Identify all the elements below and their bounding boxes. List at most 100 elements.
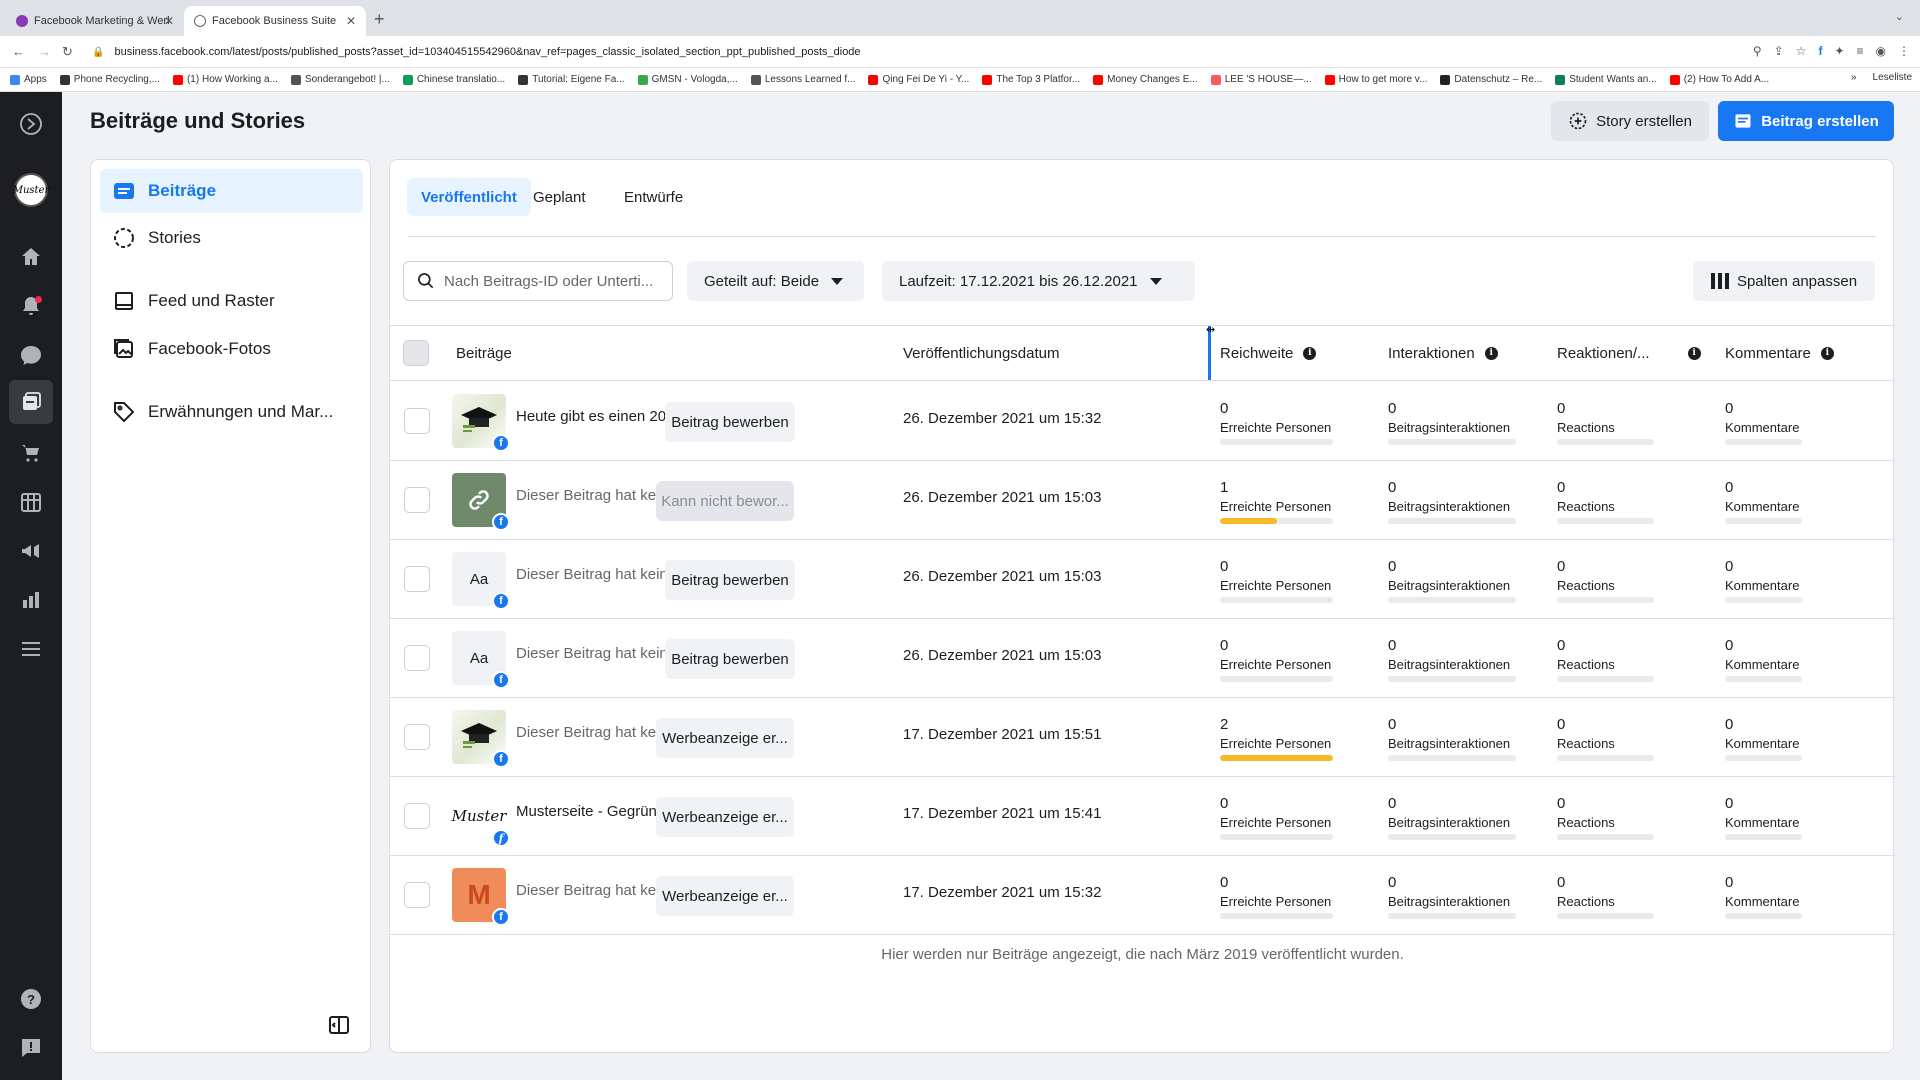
row-checkbox[interactable] [404, 724, 430, 750]
column-header-reichweite[interactable]: Reichweite i [1220, 326, 1317, 380]
all-tools-menu-icon[interactable] [0, 629, 62, 669]
forward-icon[interactable]: → [38, 44, 51, 59]
bookmark-item[interactable]: Tutorial: Eigene Fa... [518, 74, 625, 85]
star-icon[interactable]: ☆ [1796, 44, 1807, 58]
planner-icon[interactable] [0, 482, 62, 522]
row-action-button[interactable]: Beitrag bewerben [665, 560, 795, 600]
row-checkbox[interactable] [404, 487, 430, 513]
column-header-kommentare[interactable]: Kommentare i [1725, 326, 1834, 380]
create-story-button[interactable]: Story erstellen [1551, 101, 1709, 141]
row-checkbox[interactable] [404, 566, 430, 592]
insights-icon[interactable] [0, 580, 62, 620]
table-row[interactable]: Mf Dieser Beitrag hat keinen ... Werbeanze… [390, 856, 1895, 935]
select-all-checkbox[interactable] [403, 326, 429, 380]
posts-nav-icon[interactable] [9, 380, 53, 424]
bookmark-item[interactable]: Datenschutz – Re... [1440, 74, 1542, 85]
column-header-beitraege[interactable]: Beiträge [456, 326, 512, 380]
url-field[interactable]: 🔒 business.facebook.com/latest/posts/pub… [92, 39, 1702, 65]
row-action-button[interactable]: Werbeanzeige er... [656, 797, 794, 837]
notifications-icon[interactable] [0, 286, 62, 326]
tab-veroeffentlicht[interactable]: Veröffentlicht [407, 178, 531, 216]
post-thumbnail[interactable]: f [452, 394, 510, 452]
bookmark-item[interactable]: Qing Fei De Yi - Y... [868, 74, 969, 85]
row-checkbox[interactable] [404, 645, 430, 671]
sidebar-item-facebook-fotos[interactable]: Facebook-Fotos [100, 327, 363, 371]
browser-tab-marketing[interactable]: Facebook Marketing & Werbea ✕ [6, 6, 184, 36]
row-checkbox[interactable] [404, 408, 430, 434]
info-icon[interactable]: i [1687, 346, 1701, 360]
more-bookmarks-icon[interactable]: » [1851, 72, 1857, 83]
bookmark-item[interactable]: Student Wants an... [1555, 74, 1657, 85]
reading-list-link[interactable]: Leseliste [1873, 72, 1912, 83]
bookmark-item[interactable]: GMSN - Vologda,... [637, 74, 738, 85]
date-range-dropdown[interactable]: Laufzeit: 17.12.2021 bis 26.12.2021 [882, 261, 1195, 301]
bookmark-item[interactable]: Apps [10, 74, 47, 85]
bookmark-item[interactable]: Sonderangebot! |... [290, 74, 390, 85]
post-thumbnail[interactable]: Mf [452, 868, 510, 926]
sidebar-item-stories[interactable]: Stories [100, 216, 363, 260]
post-thumbnail[interactable]: Aa f [452, 631, 510, 689]
shared-on-dropdown[interactable]: Geteilt auf: Beide [687, 261, 864, 301]
extension-facebook-icon[interactable]: f [1818, 44, 1822, 58]
post-thumbnail[interactable]: f [452, 473, 510, 531]
table-row[interactable]: f Dieser Beitrag hat keinen ... Kann nicht… [390, 461, 1895, 540]
post-thumbnail[interactable]: f [452, 710, 510, 768]
help-icon[interactable]: ? [0, 979, 62, 1019]
table-row[interactable]: f Dieser Beitrag hat keinen ... Werbeanzei… [390, 698, 1895, 777]
shop-icon[interactable] [0, 433, 62, 473]
profile-icon[interactable]: ◉ [1876, 44, 1886, 58]
bookmark-item[interactable]: Lessons Learned f... [750, 74, 855, 85]
bookmark-item[interactable]: Money Changes E... [1093, 74, 1198, 85]
table-row[interactable]: Aa f Dieser Beitrag hat keinen T... Beitrag… [390, 619, 1895, 698]
tab-search-chevron-icon[interactable]: ⌄ [1895, 10, 1904, 23]
ads-megaphone-icon[interactable] [0, 531, 62, 571]
zoom-icon[interactable]: ⚲ [1753, 44, 1762, 58]
post-thumbnail[interactable]: Muster f [452, 789, 510, 847]
bookmark-item[interactable]: Phone Recycling,... [59, 74, 160, 85]
column-header-interaktionen[interactable]: Interaktionen i [1388, 326, 1498, 380]
inbox-icon[interactable] [0, 335, 62, 375]
tab-geplant[interactable]: Geplant [519, 178, 600, 216]
browser-tab-business-suite[interactable]: Facebook Business Suite ✕ [184, 6, 366, 36]
info-icon[interactable]: i [1303, 346, 1317, 360]
share-icon[interactable]: ⇪ [1774, 44, 1784, 58]
create-post-button[interactable]: Beitrag erstellen [1718, 101, 1894, 141]
info-icon[interactable]: i [1484, 346, 1498, 360]
home-icon[interactable] [0, 237, 62, 277]
post-thumbnail[interactable]: Aa f [452, 552, 510, 610]
info-icon[interactable]: i [1820, 346, 1834, 360]
bookmark-item[interactable]: (2) How To Add A... [1669, 74, 1769, 85]
row-action-button[interactable]: Beitrag bewerben [665, 402, 795, 442]
sidebar-item-erwaehnungen[interactable]: Erwähnungen und Mar... [100, 390, 363, 434]
reload-icon[interactable]: ↻ [62, 44, 73, 60]
row-action-button[interactable]: Beitrag bewerben [665, 639, 795, 679]
checkbox[interactable] [403, 340, 429, 366]
meta-logo-icon[interactable] [0, 104, 62, 144]
search-input[interactable]: Nach Beitrags-ID oder Unterti... [403, 261, 673, 301]
collapse-sidebar-icon[interactable] [327, 1013, 351, 1037]
bookmark-item[interactable]: The Top 3 Platfor... [982, 74, 1080, 85]
column-header-reaktionen[interactable]: Reaktionen/... i [1557, 326, 1701, 380]
row-checkbox[interactable] [404, 803, 430, 829]
tab-entwuerfe[interactable]: Entwürfe [610, 178, 697, 216]
new-tab-icon[interactable]: + [374, 9, 385, 30]
browser-menu-icon[interactable]: ⋮ [1898, 44, 1910, 58]
sidebar-item-beitraege[interactable]: Beiträge [100, 169, 363, 213]
page-avatar[interactable]: Muster [13, 173, 49, 207]
back-icon[interactable]: ← [12, 44, 25, 59]
close-tab-icon[interactable]: ✕ [346, 14, 356, 28]
row-action-button[interactable]: Werbeanzeige er... [656, 876, 794, 916]
column-header-datum[interactable]: Veröffentlichungsdatum [903, 326, 1060, 380]
table-row[interactable]: Aa f Dieser Beitrag hat keinen T... Beitrag… [390, 540, 1895, 619]
extensions-puzzle-icon[interactable]: ✦ [1834, 44, 1844, 58]
bookmark-item[interactable]: Chinese translatio... [402, 74, 505, 85]
row-action-button[interactable]: Werbeanzeige er... [656, 718, 794, 758]
bookmark-item[interactable]: (1) How Working a... [172, 74, 278, 85]
row-checkbox[interactable] [404, 882, 430, 908]
bookmark-item[interactable]: How to get more v... [1324, 74, 1427, 85]
feedback-icon[interactable] [0, 1028, 62, 1068]
customize-columns-button[interactable]: Spalten anpassen [1693, 261, 1875, 301]
bookmark-item[interactable]: LEE 'S HOUSE—... [1210, 74, 1312, 85]
table-row[interactable]: Muster f Musterseite - Gegründet ... Werbea… [390, 777, 1895, 856]
close-tab-icon[interactable]: ✕ [164, 14, 174, 28]
